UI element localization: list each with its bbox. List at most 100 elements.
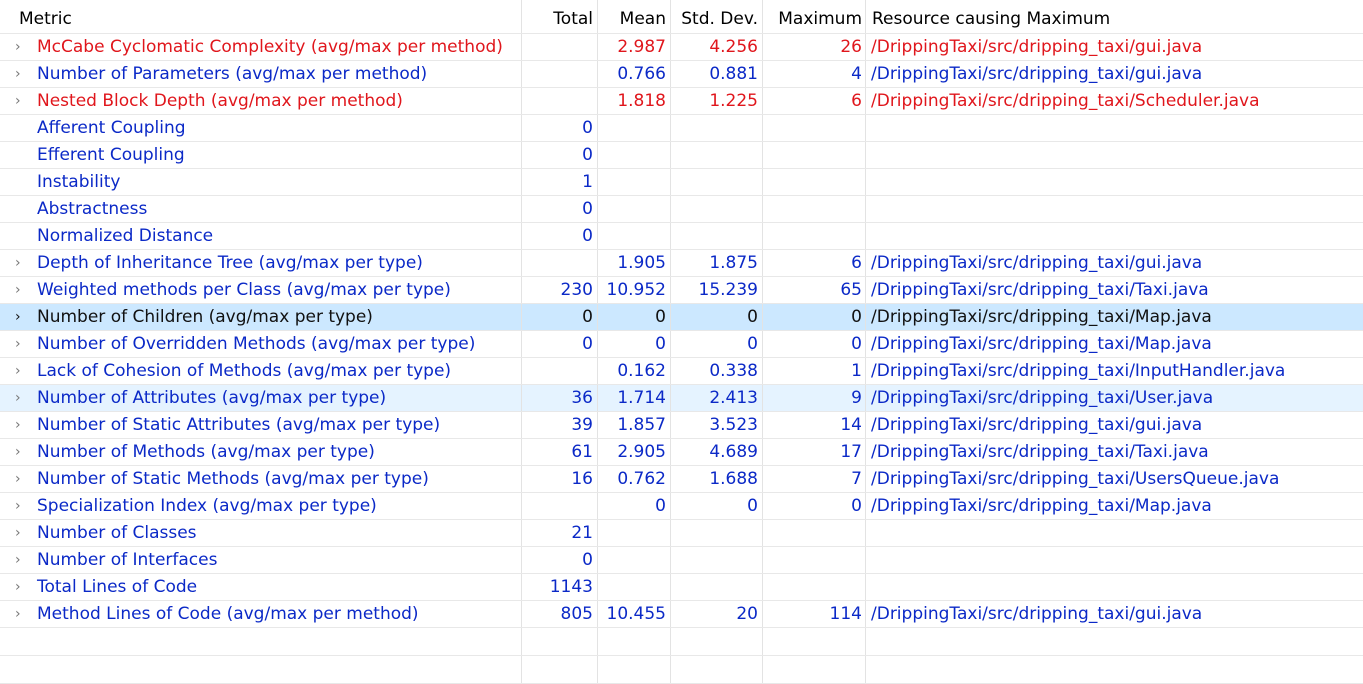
cell-mean — [598, 223, 671, 249]
table-row[interactable]: › Number of Static Attributes (avg/max pe… — [0, 412, 1363, 439]
column-header-maximum[interactable]: Maximum — [763, 0, 866, 33]
table-row[interactable]: › Method Lines of Code (avg/max per metho… — [0, 601, 1363, 628]
chevron-right-icon[interactable]: › — [15, 574, 29, 600]
cell-total: 36 — [522, 385, 598, 411]
cell-std: 0 — [671, 331, 763, 357]
table-header: Metric Total Mean Std. Dev. Maximum Reso… — [0, 0, 1363, 34]
cell-metric: › Number of Static Attributes (avg/max pe… — [0, 412, 522, 438]
cell-total: 1 — [522, 169, 598, 195]
chevron-right-icon[interactable]: › — [15, 439, 29, 465]
cell-total: 16 — [522, 466, 598, 492]
cell-max: 114 — [763, 601, 866, 627]
table-row[interactable]: › Number of Overridden Methods (avg/max p… — [0, 331, 1363, 358]
metric-label: Afferent Coupling — [37, 118, 186, 138]
table-row[interactable]: Instability 1 — [0, 169, 1363, 196]
table-row[interactable]: › Total Lines of Code 1143 — [0, 574, 1363, 601]
column-header-std-dev[interactable]: Std. Dev. — [671, 0, 763, 33]
chevron-right-icon[interactable]: › — [15, 547, 29, 573]
table-row[interactable]: › Number of Interfaces 0 — [0, 547, 1363, 574]
chevron-right-icon[interactable]: › — [15, 385, 29, 411]
table-row[interactable]: › Depth of Inheritance Tree (avg/max per … — [0, 250, 1363, 277]
chevron-right-icon[interactable]: › — [15, 331, 29, 357]
cell-resource — [866, 574, 1363, 600]
cell-mean: 0 — [598, 331, 671, 357]
table-row[interactable]: › Number of Static Methods (avg/max per t… — [0, 466, 1363, 493]
table-row[interactable]: › Number of Parameters (avg/max per metho… — [0, 61, 1363, 88]
cell-metric: › Total Lines of Code — [0, 574, 522, 600]
cell-mean: 1.818 — [598, 88, 671, 114]
cell-max: 14 — [763, 412, 866, 438]
metric-label: Number of Methods (avg/max per type) — [37, 442, 375, 462]
metric-label: Abstractness — [37, 199, 148, 219]
metric-label: Number of Overridden Methods (avg/max pe… — [37, 334, 476, 354]
cell-std: 1.225 — [671, 88, 763, 114]
table-row[interactable]: › Lack of Cohesion of Methods (avg/max pe… — [0, 358, 1363, 385]
cell-max — [763, 547, 866, 573]
cell-mean: 2.905 — [598, 439, 671, 465]
cell-std: 0 — [671, 493, 763, 519]
column-header-mean[interactable]: Mean — [598, 0, 671, 33]
column-header-metric[interactable]: Metric — [0, 0, 522, 33]
cell-resource: /DrippingTaxi/src/dripping_taxi/gui.java — [871, 253, 1203, 273]
chevron-right-icon[interactable]: › — [15, 412, 29, 438]
cell-max: 65 — [763, 277, 866, 303]
column-header-resource[interactable]: Resource causing Maximum — [866, 0, 1363, 33]
cell-total: 39 — [522, 412, 598, 438]
cell-mean: 1.857 — [598, 412, 671, 438]
cell-mean: 0.766 — [598, 61, 671, 87]
table-row[interactable]: › Weighted methods per Class (avg/max per… — [0, 277, 1363, 304]
metric-label: Specialization Index (avg/max per type) — [37, 496, 377, 516]
cell-std: 3.523 — [671, 412, 763, 438]
metric-label: Instability — [37, 172, 121, 192]
column-header-total[interactable]: Total — [522, 0, 598, 33]
cell-total — [522, 88, 598, 114]
cell-std — [671, 142, 763, 168]
cell-metric: › Number of Parameters (avg/max per metho… — [0, 61, 522, 87]
chevron-right-icon[interactable]: › — [15, 34, 29, 60]
cell-std: 1.688 — [671, 466, 763, 492]
table-row[interactable]: Afferent Coupling 0 — [0, 115, 1363, 142]
cell-max — [763, 169, 866, 195]
metric-label: Number of Parameters (avg/max per method… — [37, 64, 428, 84]
cell-resource: /DrippingTaxi/src/dripping_taxi/Map.java — [871, 496, 1212, 516]
chevron-right-icon[interactable]: › — [15, 277, 29, 303]
table-row[interactable]: › Number of Classes 21 — [0, 520, 1363, 547]
table-row[interactable]: › Specialization Index (avg/max per type)… — [0, 493, 1363, 520]
cell-mean: 0 — [598, 493, 671, 519]
table-body: › McCabe Cyclomatic Complexity (avg/max p… — [0, 34, 1363, 628]
table-row[interactable]: › McCabe Cyclomatic Complexity (avg/max p… — [0, 34, 1363, 61]
table-row[interactable]: Normalized Distance 0 — [0, 223, 1363, 250]
chevron-right-icon[interactable]: › — [15, 358, 29, 384]
cell-resource: /DrippingTaxi/src/dripping_taxi/Map.java — [871, 307, 1212, 327]
chevron-right-icon[interactable]: › — [15, 466, 29, 492]
table-row[interactable]: › Number of Children (avg/max per type) 0 0… — [0, 304, 1363, 331]
cell-std — [671, 547, 763, 573]
cell-metric: › Specialization Index (avg/max per type) — [0, 493, 522, 519]
cell-resource: /DrippingTaxi/src/dripping_taxi/Taxi.jav… — [871, 442, 1209, 462]
chevron-right-icon[interactable]: › — [15, 61, 29, 87]
chevron-right-icon[interactable]: › — [15, 493, 29, 519]
cell-std: 0.338 — [671, 358, 763, 384]
chevron-right-icon[interactable]: › — [15, 250, 29, 276]
cell-resource — [866, 142, 1363, 168]
metric-label: Number of Static Attributes (avg/max per… — [37, 415, 441, 435]
chevron-right-icon[interactable]: › — [15, 520, 29, 546]
cell-max — [763, 196, 866, 222]
cell-max: 0 — [763, 304, 866, 330]
cell-resource — [866, 115, 1363, 141]
table-row[interactable]: Abstractness 0 — [0, 196, 1363, 223]
chevron-right-icon[interactable]: › — [15, 601, 29, 627]
cell-max: 0 — [763, 493, 866, 519]
table-row[interactable]: › Number of Methods (avg/max per type) 61 2… — [0, 439, 1363, 466]
table-row[interactable]: › Number of Attributes (avg/max per type)… — [0, 385, 1363, 412]
chevron-right-icon[interactable]: › — [15, 304, 29, 330]
chevron-right-icon[interactable]: › — [15, 88, 29, 114]
cell-std: 0 — [671, 304, 763, 330]
table-row[interactable]: Efferent Coupling 0 — [0, 142, 1363, 169]
table-row[interactable]: › Nested Block Depth (avg/max per method)… — [0, 88, 1363, 115]
empty-row — [0, 656, 1363, 684]
cell-total: 0 — [522, 115, 598, 141]
metric-label: Number of Interfaces — [37, 550, 218, 570]
cell-std: 0.881 — [671, 61, 763, 87]
cell-metric: › Number of Children (avg/max per type) — [0, 304, 522, 330]
